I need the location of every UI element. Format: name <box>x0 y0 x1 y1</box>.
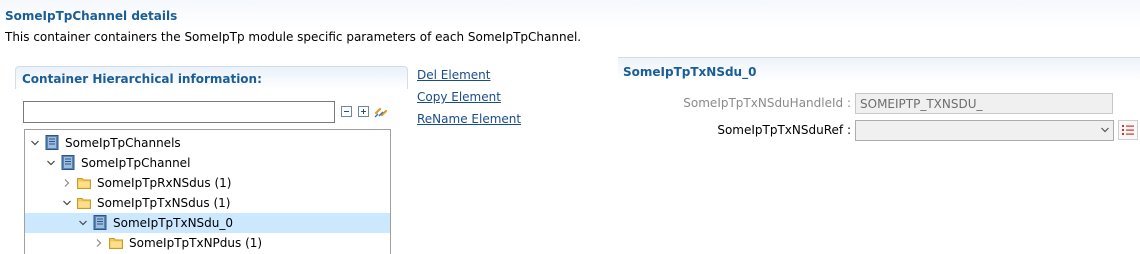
tree-filter-input[interactable] <box>23 101 335 123</box>
link-with-editor-icon[interactable] <box>373 104 389 120</box>
page-title: SomeIpTpChannel details <box>5 9 178 23</box>
folder-icon <box>77 198 91 209</box>
folder-icon <box>109 238 123 249</box>
tree-node-label: SomeIpTpRxNSdus (1) <box>97 176 232 190</box>
rename-element-link[interactable]: ReName Element <box>417 112 521 126</box>
tree-node-someiptpchannel[interactable]: SomeIpTpChannel <box>25 153 390 173</box>
chevron-down-icon[interactable] <box>63 199 71 207</box>
container-icon <box>45 135 59 150</box>
collapse-all-icon[interactable] <box>341 106 352 117</box>
detail-title: SomeIpTpTxNSdu_0 <box>623 65 757 79</box>
chevron-down-icon[interactable] <box>31 139 39 147</box>
container-icon <box>61 155 75 170</box>
tree-node-someiptptxnsdus[interactable]: SomeIpTpTxNSdus (1) <box>25 193 390 213</box>
chevron-down-icon[interactable] <box>47 159 55 167</box>
tree-node-someiptptxnsdu-0[interactable]: SomeIpTpTxNSdu_0 <box>25 213 390 233</box>
handle-id-field[interactable] <box>855 93 1113 114</box>
expand-all-icon[interactable] <box>358 106 369 117</box>
tree-node-someiptpchannels[interactable]: SomeIpTpChannels <box>25 133 390 153</box>
tree-node-label: SomeIpTpTxNPdus (1) <box>129 236 263 250</box>
tree-node-label: SomeIpTpTxNSdu_0 <box>113 216 234 230</box>
tree-node-label: SomeIpTpTxNSdus (1) <box>97 196 231 210</box>
container-icon <box>93 215 107 230</box>
txnsdu-ref-label: SomeIpTpTxNSduRef : <box>717 123 851 137</box>
hierarchy-section-title: Container Hierarchical information: <box>22 72 262 86</box>
chevron-down-icon[interactable] <box>79 219 87 227</box>
folder-icon <box>77 178 91 189</box>
copy-element-link[interactable]: Copy Element <box>417 90 501 104</box>
chevron-down-icon <box>1101 127 1109 133</box>
del-element-link[interactable]: Del Element <box>417 68 490 82</box>
tree-node-someiptprxnsdus[interactable]: SomeIpTpRxNSdus (1) <box>25 173 390 193</box>
chevron-right-icon[interactable] <box>63 179 71 187</box>
tree-node-label: SomeIpTpChannel <box>81 156 191 170</box>
tree-node-label: SomeIpTpChannels <box>65 136 181 150</box>
txnsdu-ref-select[interactable] <box>855 120 1114 141</box>
chevron-right-icon[interactable] <box>95 239 103 247</box>
page-description: This container containers the SomeIpTp m… <box>5 30 582 44</box>
handle-id-label: SomeIpTpTxNSduHandleId : <box>683 96 851 110</box>
list-icon <box>1122 125 1134 135</box>
reference-list-button[interactable] <box>1118 120 1138 140</box>
tree-node-someiptptxnpdus[interactable]: SomeIpTpTxNPdus (1) <box>25 233 390 253</box>
container-tree[interactable]: SomeIpTpChannels SomeIpTpChannel SomeIpT… <box>24 129 391 254</box>
